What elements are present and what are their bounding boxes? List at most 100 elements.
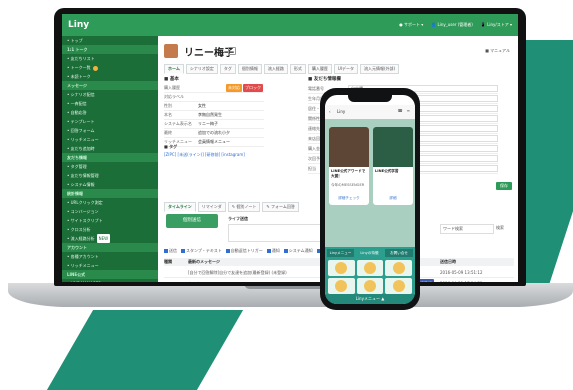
info-key: 購入履歴	[164, 85, 180, 90]
info-row: 対応ラベル	[164, 93, 264, 102]
sidebar-item-label: • リッチメニュー	[67, 137, 99, 142]
tab-activity-0[interactable]: タイムライン	[164, 202, 196, 212]
filter-checkbox[interactable]: スタンプ・テキスト	[181, 248, 222, 254]
info-row: 本名 李無自然発生	[164, 111, 264, 120]
col-time: 送信日時	[440, 259, 456, 264]
tab-profile-1[interactable]: シナリオ設定	[185, 64, 218, 74]
sidebar-item[interactable]: • システム情報	[62, 180, 158, 189]
sidebar-item[interactable]: • リッチメニュー	[62, 135, 158, 144]
rich-menu-button[interactable]	[328, 278, 355, 294]
card-button[interactable]: 詳細チェック	[329, 196, 369, 201]
rich-menu-toggle[interactable]: Linyメニュー ▲	[325, 294, 415, 304]
decorative-stripe-bottom	[46, 310, 244, 390]
info-row: システム表示名 リニー梅子	[164, 120, 264, 129]
status-badge[interactable]: 未対応	[226, 84, 242, 92]
tag-list[interactable]: [ZIPC] [未送(ライン)] [研修前] [instagram]	[164, 152, 245, 158]
edit-name-icon[interactable]	[228, 47, 236, 55]
support-menu[interactable]: ● サポート ▾	[399, 22, 423, 28]
user-menu[interactable]: 👤 Liny_user (管理者)	[431, 22, 473, 28]
sidebar-item[interactable]: • 一斉配信	[62, 99, 158, 108]
sidebar-item[interactable]: • クロス分析	[62, 225, 158, 234]
sidebar-item[interactable]: • URLクリック測定	[62, 198, 158, 207]
checkbox-icon	[225, 249, 230, 253]
card-button[interactable]: 詳細	[373, 196, 413, 201]
send-button[interactable]: 個別送信	[166, 214, 218, 228]
character-icon	[363, 280, 376, 292]
sidebar-item[interactable]: • 友だち追加時	[62, 144, 158, 153]
sidebar-item[interactable]: • トップ	[62, 36, 158, 45]
sidebar-item[interactable]: • 未読トーク	[62, 72, 158, 81]
tab-activity-2[interactable]: ✎ 個別ノート	[227, 202, 261, 212]
sidebar-item[interactable]: • タグ管理	[62, 162, 158, 171]
tab-profile-5[interactable]: 形式	[289, 64, 306, 74]
tab-profile-2[interactable]: タグ	[219, 64, 236, 74]
rich-menu-tab-2[interactable]: Linyの特徴	[356, 249, 383, 257]
rich-menu-button[interactable]	[385, 278, 412, 294]
call-icon[interactable]: ☎	[398, 108, 403, 113]
rich-menu-button[interactable]	[328, 260, 355, 276]
sidebar-item[interactable]: • テンプレート	[62, 117, 158, 126]
sidebar-section-heading: LINE公式	[62, 270, 158, 279]
sidebar-item[interactable]: • リッチメニュー	[62, 261, 158, 270]
page-title: リニー梅子	[184, 48, 234, 59]
sidebar-item-label: • テンプレート	[67, 119, 95, 124]
filter-checkbox[interactable]: 通知	[266, 248, 280, 254]
rich-menu-tab-3[interactable]: お問い合せ	[385, 249, 413, 257]
tab-profile-6[interactable]: 購入履歴	[307, 64, 332, 74]
sidebar-item[interactable]: • 自動応答	[62, 108, 158, 117]
sidebar-item[interactable]: • コンバージョン	[62, 207, 158, 216]
card-image	[373, 127, 413, 167]
carousel-card-1[interactable]: LINE公式アワードで大賞！ 今年のMESSENGER 詳細チェック	[329, 127, 369, 205]
sidebar-item[interactable]: • LINE MANAGER	[62, 279, 158, 282]
filter-checkbox[interactable]: 送信	[164, 248, 177, 254]
sidebar-item[interactable]: • トーク一覧	[62, 63, 158, 72]
filter-checkbox[interactable]: 自動返信トリガー	[225, 248, 263, 254]
search-input[interactable]: ワード検索	[440, 224, 494, 234]
new-badge: NEW	[96, 234, 111, 243]
status-badge[interactable]: ブロック	[243, 84, 263, 92]
save-button[interactable]: 保存	[496, 182, 512, 190]
profile-tabs: ホーム シナリオ設定 タグ 個別情報 流入経路 形式 購入履歴 UIデータ 流入元情報(外部)	[164, 64, 400, 74]
tab-profile-0[interactable]: ホーム	[164, 64, 184, 74]
search-button[interactable]: 検索	[496, 224, 504, 232]
sidebar-item[interactable]: • 回答フォーム	[62, 126, 158, 135]
checkbox-icon	[283, 249, 288, 253]
sidebar-item[interactable]: • 友だちリスト	[62, 54, 158, 63]
tab-activity-3[interactable]: ✎ フォーム回答	[262, 202, 299, 212]
menu-icon[interactable]: ≡	[407, 108, 410, 113]
tab-profile-4[interactable]: 流入経路	[263, 64, 288, 74]
store-menu[interactable]: 📱 Liny/ストア ▾	[481, 22, 512, 28]
back-icon[interactable]: ‹	[329, 109, 331, 114]
carousel-card-2[interactable]: LINE公式学習 詳細	[373, 127, 413, 205]
sidebar-item-label: • シナリオ配信	[67, 92, 95, 97]
message-time: 2016-04-21 17:14:51	[440, 279, 482, 282]
info-value: リニー梅子	[198, 121, 218, 126]
manual-link[interactable]: ■ マニュアル	[485, 48, 510, 54]
tab-profile-7[interactable]: UIデータ	[333, 64, 358, 74]
sidebar-item[interactable]: • サイトスクリプト	[62, 216, 158, 225]
col-type: 種類	[164, 259, 172, 264]
avatar	[164, 44, 178, 58]
sidebar-item[interactable]: • 友だち情報管理	[62, 171, 158, 180]
rich-menu-tab-1[interactable]: Linyメニュー	[327, 249, 354, 257]
sidebar-item[interactable]: • 各種アカウント	[62, 252, 158, 261]
activity-tabs: タイムライン リマインダ ✎ 個別ノート ✎ フォーム回答	[164, 202, 299, 212]
app-logo[interactable]: Liny	[68, 20, 89, 30]
rich-menu-button[interactable]	[356, 260, 384, 276]
filter-checkbox[interactable]: システム通知	[283, 248, 313, 254]
phone-header-icons: ☎ ≡	[398, 108, 410, 113]
info-key: 最終	[164, 130, 172, 135]
character-icon	[335, 280, 348, 292]
phone-notch	[348, 95, 392, 102]
tab-profile-3[interactable]: 個別情報	[237, 64, 262, 74]
tab-activity-1[interactable]: リマインダ	[197, 202, 226, 212]
rich-menu-button[interactable]	[356, 278, 384, 294]
info-key: 対応ラベル	[164, 94, 184, 99]
rich-menu-button[interactable]	[385, 260, 412, 276]
sidebar-item[interactable]: • 流入経路分析 NEW	[62, 234, 158, 243]
tab-profile-8[interactable]: 流入元情報(外部)	[360, 64, 400, 74]
sidebar-item[interactable]: • シナリオ配信	[62, 90, 158, 99]
sidebar-item-label: • リッチメニュー	[67, 263, 99, 268]
info-row: 最終 追加での流れ小夕	[164, 129, 264, 138]
sidebar-item-label: 統計情報	[67, 191, 83, 196]
